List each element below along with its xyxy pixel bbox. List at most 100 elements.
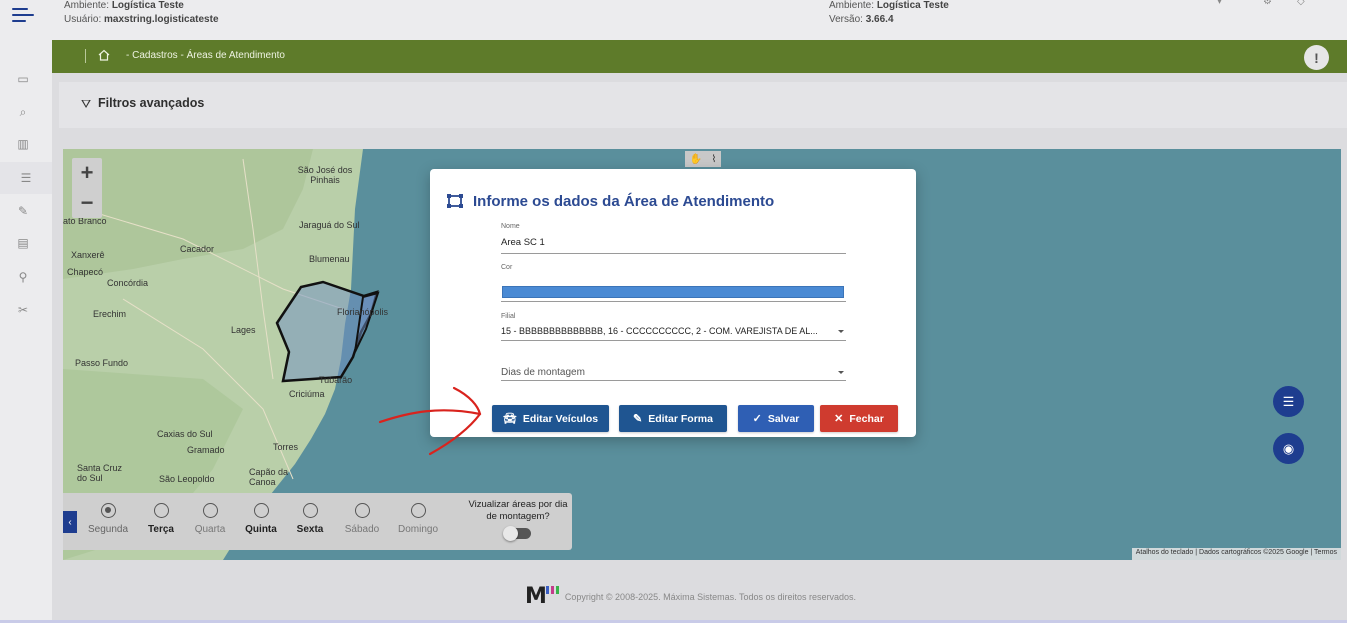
eye-fab-icon[interactable]: ◉ xyxy=(1273,433,1304,464)
cor-field[interactable]: Cor xyxy=(501,264,846,302)
left-navigation: ▭ ⌕ ▥ ☰ ✎ ▤ ⚲ ✂ xyxy=(0,40,52,623)
visualize-label: Vizualizar áreas por dia de montagem? xyxy=(468,499,568,522)
day-radio-segunda[interactable]: Segunda xyxy=(85,503,131,535)
search-icon[interactable]: ⌕ xyxy=(12,101,34,123)
top-header: Ambiente: Logística Teste Usuário: maxst… xyxy=(0,0,1347,40)
map-label: Florianópolis xyxy=(337,307,389,317)
map-label: Gramado xyxy=(187,445,225,455)
map-label: Jaraguá do Sul xyxy=(299,220,360,230)
zoom-out-button[interactable]: − xyxy=(72,188,102,218)
editar-forma-button[interactable]: ✎ Editar Forma xyxy=(619,405,727,432)
map-label: Passo Fundo xyxy=(75,358,129,368)
edit-icon[interactable]: ✎ xyxy=(12,200,34,222)
radio-circle xyxy=(253,503,269,518)
map-label: Capão da Canoa xyxy=(249,467,289,487)
hand-icon[interactable]: ✋ xyxy=(690,154,702,165)
radio-circle xyxy=(354,503,370,518)
settings-icon[interactable]: ⚙ xyxy=(1263,0,1272,7)
document-icon[interactable]: ▤ xyxy=(12,232,34,254)
alert-icon[interactable]: ! xyxy=(1304,45,1329,70)
options-icon[interactable]: ◇ xyxy=(1297,0,1305,7)
visualize-toggle[interactable] xyxy=(503,526,531,541)
car-icon: 🚘︎ xyxy=(502,413,517,425)
map-label: Caxias do Sul xyxy=(157,429,213,439)
modal-title: Informe os dados da Área de Atendimento xyxy=(473,193,775,210)
button-label: Salvar xyxy=(767,412,800,425)
chart-icon[interactable]: ▥ xyxy=(12,133,34,155)
nome-field[interactable]: Nome Area SC 1 xyxy=(501,223,846,254)
polygon-icon[interactable]: ⌇ xyxy=(711,154,716,165)
pencil-icon: ✎ xyxy=(633,413,643,425)
day-label: Domingo xyxy=(397,524,439,535)
dias-montagem-select[interactable]: Dias de montagem xyxy=(501,361,846,381)
environment-info-right: Ambiente: Logística Teste Versão: 3.66.4 xyxy=(829,0,949,25)
zoom-controls: + − xyxy=(72,158,102,218)
map-icon[interactable]: ▭ xyxy=(12,68,34,90)
radio-circle xyxy=(410,503,426,518)
map-label: Concórdia xyxy=(107,278,149,288)
annotation-arrow xyxy=(378,386,482,456)
salvar-button[interactable]: ✓ Salvar xyxy=(738,405,814,432)
filter-icon: ⛛ xyxy=(81,97,92,111)
editar-veiculos-button[interactable]: 🚘︎ Editar Veículos xyxy=(492,405,609,432)
location-pin-icon[interactable]: ⚲ xyxy=(12,266,34,288)
menu-icon[interactable] xyxy=(12,6,34,24)
filial-select[interactable]: Filial 15 - BBBBBBBBBBBBBB, 16 - CCCCCCC… xyxy=(501,313,846,341)
home-icon[interactable] xyxy=(97,48,111,62)
chevron-down-icon xyxy=(838,371,844,374)
day-radio-domingo[interactable]: Domingo xyxy=(393,503,443,535)
map-label: Blumenau xyxy=(309,254,350,264)
drawing-tools: ✋ ⌇ xyxy=(685,151,721,167)
map-label: Chapecó xyxy=(67,267,104,277)
map-label: Torres xyxy=(273,442,299,452)
day-radio-sexta[interactable]: Sexta xyxy=(287,503,333,535)
map-label: São José dos Pinhais xyxy=(297,165,353,185)
environment-info-left: Ambiente: Logística Teste Usuário: maxst… xyxy=(64,0,219,25)
fechar-button[interactable]: ✕ Fechar xyxy=(820,405,898,432)
day-label: Terça xyxy=(148,524,174,535)
collapse-panel-button[interactable]: ‹ xyxy=(63,511,77,533)
day-radio-sabado[interactable]: Sábado xyxy=(339,503,385,535)
notification-icon[interactable]: ▾ xyxy=(1217,0,1222,7)
brand-logo: M xyxy=(525,584,547,609)
list-icon[interactable]: ☰ xyxy=(0,162,52,194)
radio-circle xyxy=(202,503,218,518)
advanced-filters[interactable]: ⛛ Filtros avançados xyxy=(59,82,1347,128)
cor-label: Cor xyxy=(501,264,513,271)
day-radio-quarta[interactable]: Quarta xyxy=(187,503,233,535)
map-label: Criciúma xyxy=(289,389,325,399)
days-panel: ‹ Segunda Terça Quarta Quinta Sexta Sába… xyxy=(63,493,572,550)
day-label: Sábado xyxy=(344,524,380,535)
day-radio-terca[interactable]: Terça xyxy=(138,503,184,535)
tools-icon[interactable]: ✂ xyxy=(12,299,34,321)
close-icon: ✕ xyxy=(834,413,844,425)
area-shape-icon xyxy=(447,194,463,208)
color-swatch[interactable] xyxy=(502,286,844,298)
check-icon: ✓ xyxy=(752,413,762,425)
list-fab-icon[interactable]: ☰ xyxy=(1273,386,1304,417)
button-label: Editar Veículos xyxy=(522,412,599,425)
day-label: Quarta xyxy=(194,524,226,535)
map-label: Cacador xyxy=(180,244,215,254)
filial-label: Filial xyxy=(501,313,516,320)
breadcrumb-separator xyxy=(85,49,86,63)
copyright-text: Copyright © 2008-2025. Máxima Sistemas. … xyxy=(564,591,857,602)
zoom-in-button[interactable]: + xyxy=(72,158,102,188)
map-attribution[interactable]: Atalhos do teclado | Dados cartográficos… xyxy=(1131,548,1341,560)
button-label: Fechar xyxy=(849,412,884,425)
brand-logo-bars xyxy=(545,585,559,594)
radio-circle xyxy=(100,503,116,518)
button-label: Editar Forma xyxy=(648,412,713,425)
service-area-modal: Informe os dados da Área de Atendimento … xyxy=(430,169,916,437)
filial-value: 15 - BBBBBBBBBBBBBB, 16 - CCCCCCCCCC, 2 … xyxy=(501,326,818,336)
radio-circle xyxy=(302,503,318,518)
day-label: Segunda xyxy=(87,524,129,535)
dias-placeholder: Dias de montagem xyxy=(501,367,585,378)
map-label: Tubarão xyxy=(319,375,353,385)
filters-label: Filtros avançados xyxy=(98,96,205,110)
day-label: Sexta xyxy=(296,524,324,535)
breadcrumb: - Cadastros - Áreas de Atendimento xyxy=(126,50,285,61)
map-label: Xanxerê xyxy=(71,250,105,260)
map-label: Lages xyxy=(231,325,256,335)
day-radio-quinta[interactable]: Quinta xyxy=(238,503,284,535)
